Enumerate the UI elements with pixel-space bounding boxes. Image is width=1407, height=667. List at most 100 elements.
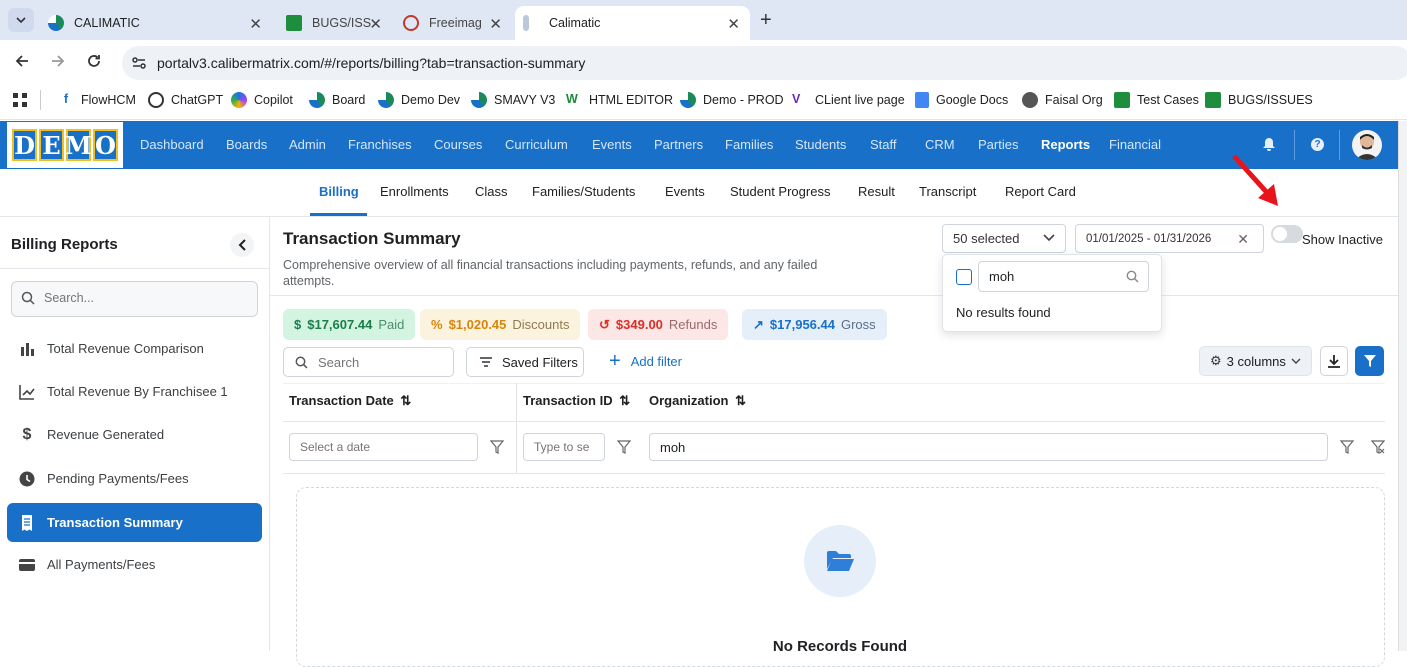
bookmark-flowhcm[interactable]: f FlowHCM <box>58 92 136 108</box>
logo-letter: D <box>12 129 37 161</box>
nav-dashboard[interactable]: Dashboard <box>140 137 204 152</box>
organization-filter-value: moh <box>660 439 686 455</box>
bookmark-faisal-org[interactable]: Faisal Org <box>1022 92 1103 108</box>
nav-courses[interactable]: Courses <box>434 137 482 152</box>
nav-partners[interactable]: Partners <box>654 137 703 152</box>
bookmark-html-editor[interactable]: W HTML EDITOR <box>566 92 673 108</box>
refunds-summary-chip: ↺ $349.00 Refunds <box>588 309 729 340</box>
subnav-enrollments[interactable]: Enrollments <box>380 184 449 199</box>
calimatic-icon <box>471 92 487 108</box>
bookmark-smavy[interactable]: SMAVY V3 <box>471 92 555 108</box>
nav-parties[interactable]: Parties <box>978 137 1018 152</box>
bookmark-test-cases[interactable]: Test Cases <box>1114 92 1199 108</box>
subnav-class[interactable]: Class <box>475 184 508 199</box>
sort-icon[interactable]: ⇅ <box>735 393 746 408</box>
nav-staff[interactable]: Staff <box>870 137 897 152</box>
browser-tab-1[interactable]: CALIMATIC ✕ <box>42 6 272 40</box>
browser-tab-3[interactable]: Freeimag ✕ <box>397 6 512 40</box>
apps-grid-icon[interactable] <box>12 92 28 108</box>
subnav-transcript[interactable]: Transcript <box>919 184 976 199</box>
select-all-checkbox[interactable] <box>956 269 972 285</box>
sidebar-item-pending-payments[interactable]: Pending Payments/Fees <box>7 459 262 498</box>
reload-icon[interactable] <box>86 53 102 69</box>
close-icon[interactable]: ✕ <box>727 15 740 33</box>
date-range-input[interactable]: 01/01/2025 - 01/31/2026 ✕ <box>1075 224 1264 253</box>
sidebar-item-total-revenue-by-franchisee[interactable]: Total Revenue By Franchisee 1 <box>7 372 262 411</box>
browser-tab-active[interactable]: Calimatic ✕ <box>515 6 750 40</box>
dropdown-search-input[interactable]: moh <box>978 261 1149 292</box>
clear-filter-icon[interactable] <box>1371 440 1385 454</box>
nav-franchises[interactable]: Franchises <box>348 137 412 152</box>
organization-multiselect[interactable]: 50 selected <box>942 224 1066 253</box>
bookmark-copilot[interactable]: Copilot <box>231 92 293 108</box>
url-text[interactable]: portalv3.calibermatrix.com/#/reports/bil… <box>157 55 585 71</box>
bookmark-demo-dev[interactable]: Demo Dev <box>378 92 460 108</box>
download-button[interactable] <box>1320 346 1348 376</box>
saved-filters-button[interactable]: Saved Filters <box>466 347 584 377</box>
sort-icon[interactable]: ⇅ <box>619 393 630 408</box>
funnel-icon[interactable] <box>490 440 504 454</box>
bookmark-google-docs[interactable]: Google Docs <box>915 92 1008 108</box>
bell-icon[interactable] <box>1262 137 1276 152</box>
chatgpt-icon <box>148 92 164 108</box>
bookmark-client-live[interactable]: V CLient live page <box>792 92 905 108</box>
bookmark-bugs-issues[interactable]: BUGS/ISSUES <box>1205 92 1313 108</box>
subnav-events[interactable]: Events <box>665 184 705 199</box>
subnav-families-students[interactable]: Families/Students <box>532 184 635 199</box>
sidebar-item-revenue-generated[interactable]: $ Revenue Generated <box>7 415 262 454</box>
nav-students[interactable]: Students <box>795 137 846 152</box>
column-organization[interactable]: Organization ⇅ <box>649 393 746 409</box>
nav-reports[interactable]: Reports <box>1041 137 1090 152</box>
column-transaction-id[interactable]: Transaction ID ⇅ <box>523 393 630 409</box>
add-filter-button[interactable]: + Add filter <box>609 351 682 371</box>
filter-toggle-button[interactable] <box>1355 346 1384 376</box>
subnav-student-progress[interactable]: Student Progress <box>730 184 830 199</box>
column-transaction-date[interactable]: Transaction Date ⇅ <box>289 393 411 409</box>
nav-admin[interactable]: Admin <box>289 137 326 152</box>
nav-events[interactable]: Events <box>592 137 632 152</box>
close-icon[interactable]: ✕ <box>249 15 262 33</box>
close-icon[interactable]: ✕ <box>489 15 502 33</box>
close-icon[interactable]: ✕ <box>369 15 382 33</box>
help-icon[interactable]: ? <box>1311 138 1324 151</box>
organization-filter-input[interactable]: moh <box>649 433 1328 461</box>
site-settings-icon[interactable] <box>131 55 147 71</box>
nav-crm[interactable]: CRM <box>925 137 955 152</box>
tab-list-chevron-icon[interactable] <box>8 8 34 32</box>
bookmark-label: Board <box>332 93 366 107</box>
bookmark-board[interactable]: Board <box>309 92 365 108</box>
subnav-billing[interactable]: Billing <box>319 184 359 199</box>
subnav-result[interactable]: Result <box>858 184 895 199</box>
funnel-icon[interactable] <box>617 440 631 454</box>
demo-logo[interactable]: D E M O <box>7 122 123 168</box>
nav-curriculum[interactable]: Curriculum <box>505 137 568 152</box>
nav-boards[interactable]: Boards <box>226 137 267 152</box>
sidebar-item-total-revenue-comparison[interactable]: Total Revenue Comparison <box>7 329 262 368</box>
browser-tab-2[interactable]: BUGS/ISS ✕ <box>280 6 392 40</box>
sort-icon[interactable]: ⇅ <box>400 393 411 408</box>
columns-button[interactable]: ⚙ 3 columns <box>1199 346 1312 376</box>
gross-amount: $17,956.44 <box>769 317 835 332</box>
show-inactive-toggle[interactable] <box>1271 225 1303 243</box>
date-filter-placeholder: Select a date <box>300 440 371 454</box>
bookmark-demo-prod[interactable]: Demo - PROD <box>680 92 784 108</box>
table-search-input[interactable]: Search <box>283 347 454 377</box>
id-filter-input[interactable]: Type to se <box>523 433 605 461</box>
nav-financial[interactable]: Financial <box>1109 137 1161 152</box>
new-tab-plus-icon[interactable]: + <box>760 9 772 32</box>
bookmark-chatgpt[interactable]: ChatGPT <box>148 92 223 108</box>
avatar[interactable] <box>1352 130 1382 160</box>
sidebar-item-transaction-summary[interactable]: Transaction Summary <box>7 503 262 542</box>
back-arrow-icon[interactable] <box>14 53 30 69</box>
subnav-report-card[interactable]: Report Card <box>1005 184 1076 199</box>
clear-icon[interactable]: ✕ <box>1237 231 1249 248</box>
forward-arrow-icon[interactable] <box>50 53 66 69</box>
column-label: Organization <box>649 393 729 408</box>
sidebar-item-all-payments[interactable]: All Payments/Fees <box>7 545 262 584</box>
funnel-icon[interactable] <box>1340 440 1354 454</box>
collapse-sidebar-chevron-icon[interactable] <box>230 233 254 257</box>
logo-letter: M <box>65 129 92 161</box>
bar-chart-icon <box>18 340 36 358</box>
date-filter-input[interactable]: Select a date <box>289 433 478 461</box>
nav-families[interactable]: Families <box>725 137 773 152</box>
